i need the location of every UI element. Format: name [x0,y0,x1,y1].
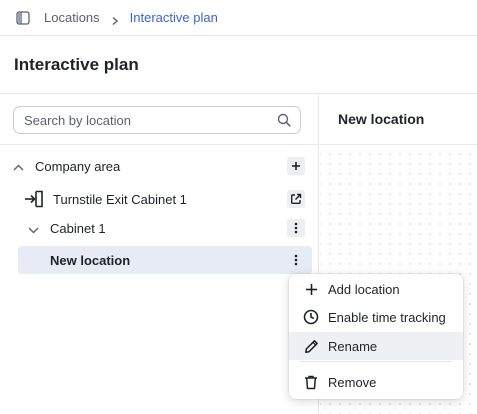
breadcrumb-interactive-plan[interactable]: Interactive plan [130,10,218,25]
menu-item-label: Rename [328,338,378,354]
breadcrumb-locations[interactable]: Locations [44,10,100,25]
page-header: Interactive plan [0,36,477,94]
clock-icon [303,309,319,325]
context-menu: Add location Enable time tracking Rename… [289,274,463,399]
menu-item-add-location[interactable]: Add location [289,275,463,303]
search-box[interactable] [13,106,301,134]
menu-item-label: Add location [328,281,400,297]
more-vertical-icon [294,254,298,266]
tree-item-new-location[interactable]: New location [0,246,319,274]
pencil-icon [303,338,319,354]
chevron-right-icon [110,13,120,25]
open-link-button[interactable] [287,190,305,208]
trash-icon [303,374,319,390]
menu-item-remove[interactable]: Remove [289,368,463,396]
menu-item-label: Remove [328,374,377,390]
menu-item-enable-time-tracking[interactable]: Enable time tracking [289,303,463,331]
menu-item-rename[interactable]: Rename [289,332,463,360]
exit-door-icon [24,190,44,208]
tree-item-label: Company area [35,158,121,174]
breadcrumb-bar: Locations Interactive plan [0,0,477,36]
search-icon[interactable] [277,113,291,127]
more-actions-button[interactable] [287,219,305,237]
tree-item-label: Turnstile Exit Cabinet 1 [53,191,187,207]
plus-icon [292,162,300,170]
plus-icon [303,281,319,297]
search-input[interactable] [24,112,264,128]
sidebar-toggle-icon[interactable] [16,10,30,25]
location-tree-panel: Company area Turnstile Exit Cabinet 1 Ca… [0,94,319,414]
external-link-icon [291,193,302,204]
tree-item-turnstile[interactable]: Turnstile Exit Cabinet 1 [0,185,319,213]
more-vertical-icon [294,222,298,234]
tree-item-label: New location [50,252,131,268]
more-actions-button[interactable] [287,251,305,269]
menu-item-label: Enable time tracking [328,309,446,325]
menu-divider [299,361,453,362]
tree-item-label: Cabinet 1 [50,220,106,236]
plan-header: New location [320,94,477,145]
tree-item-cabinet[interactable]: Cabinet 1 [0,214,319,242]
chevron-down-icon[interactable] [28,223,39,234]
tree-item-company-area[interactable]: Company area [0,152,319,180]
chevron-up-icon[interactable] [13,161,24,171]
plan-title: New location [338,111,425,127]
page-title: Interactive plan [14,54,139,74]
add-location-button[interactable] [287,157,305,175]
search-bar [0,94,319,145]
